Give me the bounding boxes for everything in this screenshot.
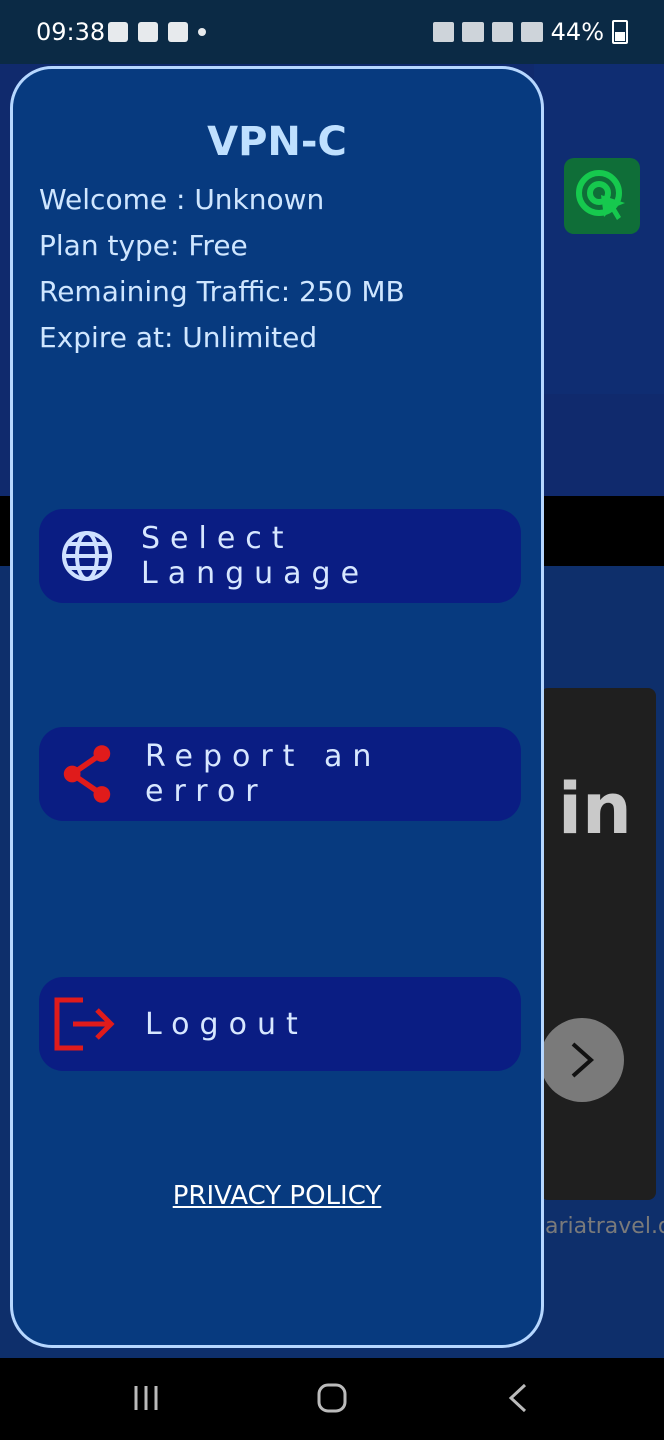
key-icon bbox=[432, 22, 455, 42]
chevron-right-icon bbox=[571, 1042, 595, 1078]
ad-text: in bbox=[558, 768, 632, 850]
dot-icon bbox=[198, 28, 206, 36]
image-icon bbox=[138, 22, 158, 42]
home-button[interactable] bbox=[302, 1378, 362, 1418]
battery-percent: 44% bbox=[550, 18, 604, 46]
network-icons bbox=[432, 22, 543, 42]
signal-icon bbox=[521, 22, 543, 42]
menu-label: Select Language bbox=[141, 521, 370, 591]
menu-label: Logout bbox=[145, 1006, 308, 1042]
notification-icons bbox=[108, 22, 206, 42]
side-drawer: VPN-C Welcome : Unknown Plan type: Free … bbox=[10, 66, 544, 1348]
fan-icon bbox=[168, 22, 188, 42]
logout-icon bbox=[53, 997, 117, 1051]
back-icon bbox=[508, 1383, 527, 1413]
ad-next-button[interactable] bbox=[540, 1018, 624, 1102]
wifi-icon bbox=[491, 22, 514, 42]
navigation-bar bbox=[0, 1358, 664, 1440]
cursor-badge[interactable] bbox=[564, 158, 640, 234]
globe-icon bbox=[61, 530, 113, 582]
ad-banner[interactable]: in bbox=[540, 688, 656, 1200]
logout-button[interactable]: Logout bbox=[39, 977, 521, 1071]
device-icon bbox=[108, 22, 128, 42]
select-language-button[interactable]: Select Language bbox=[39, 509, 521, 603]
drawer-title: VPN-C bbox=[207, 119, 347, 165]
status-time: 09:38 bbox=[36, 18, 106, 46]
home-icon bbox=[317, 1383, 347, 1413]
cursor-click-icon bbox=[576, 170, 625, 220]
menu-label: Report an error bbox=[145, 739, 382, 809]
expire-text: Expire at: Unlimited bbox=[39, 321, 318, 354]
ad-url: ariatravel.o bbox=[545, 1214, 664, 1239]
status-bar: 09:38 44% bbox=[0, 0, 664, 64]
report-error-button[interactable]: Report an error bbox=[39, 727, 521, 821]
traffic-text: Remaining Traffic: 250 MB bbox=[39, 275, 405, 308]
plan-text: Plan type: Free bbox=[39, 229, 248, 262]
battery-icon bbox=[612, 20, 628, 44]
status-right: 44% bbox=[432, 18, 628, 46]
privacy-policy-link[interactable]: PRIVACY POLICY bbox=[13, 1181, 541, 1211]
battery-saver-icon bbox=[462, 22, 484, 42]
share-icon bbox=[61, 745, 113, 803]
back-button[interactable] bbox=[488, 1378, 548, 1418]
recent-apps-button[interactable] bbox=[116, 1378, 176, 1418]
welcome-text: Welcome : Unknown bbox=[39, 183, 325, 216]
recent-apps-icon bbox=[134, 1386, 158, 1410]
